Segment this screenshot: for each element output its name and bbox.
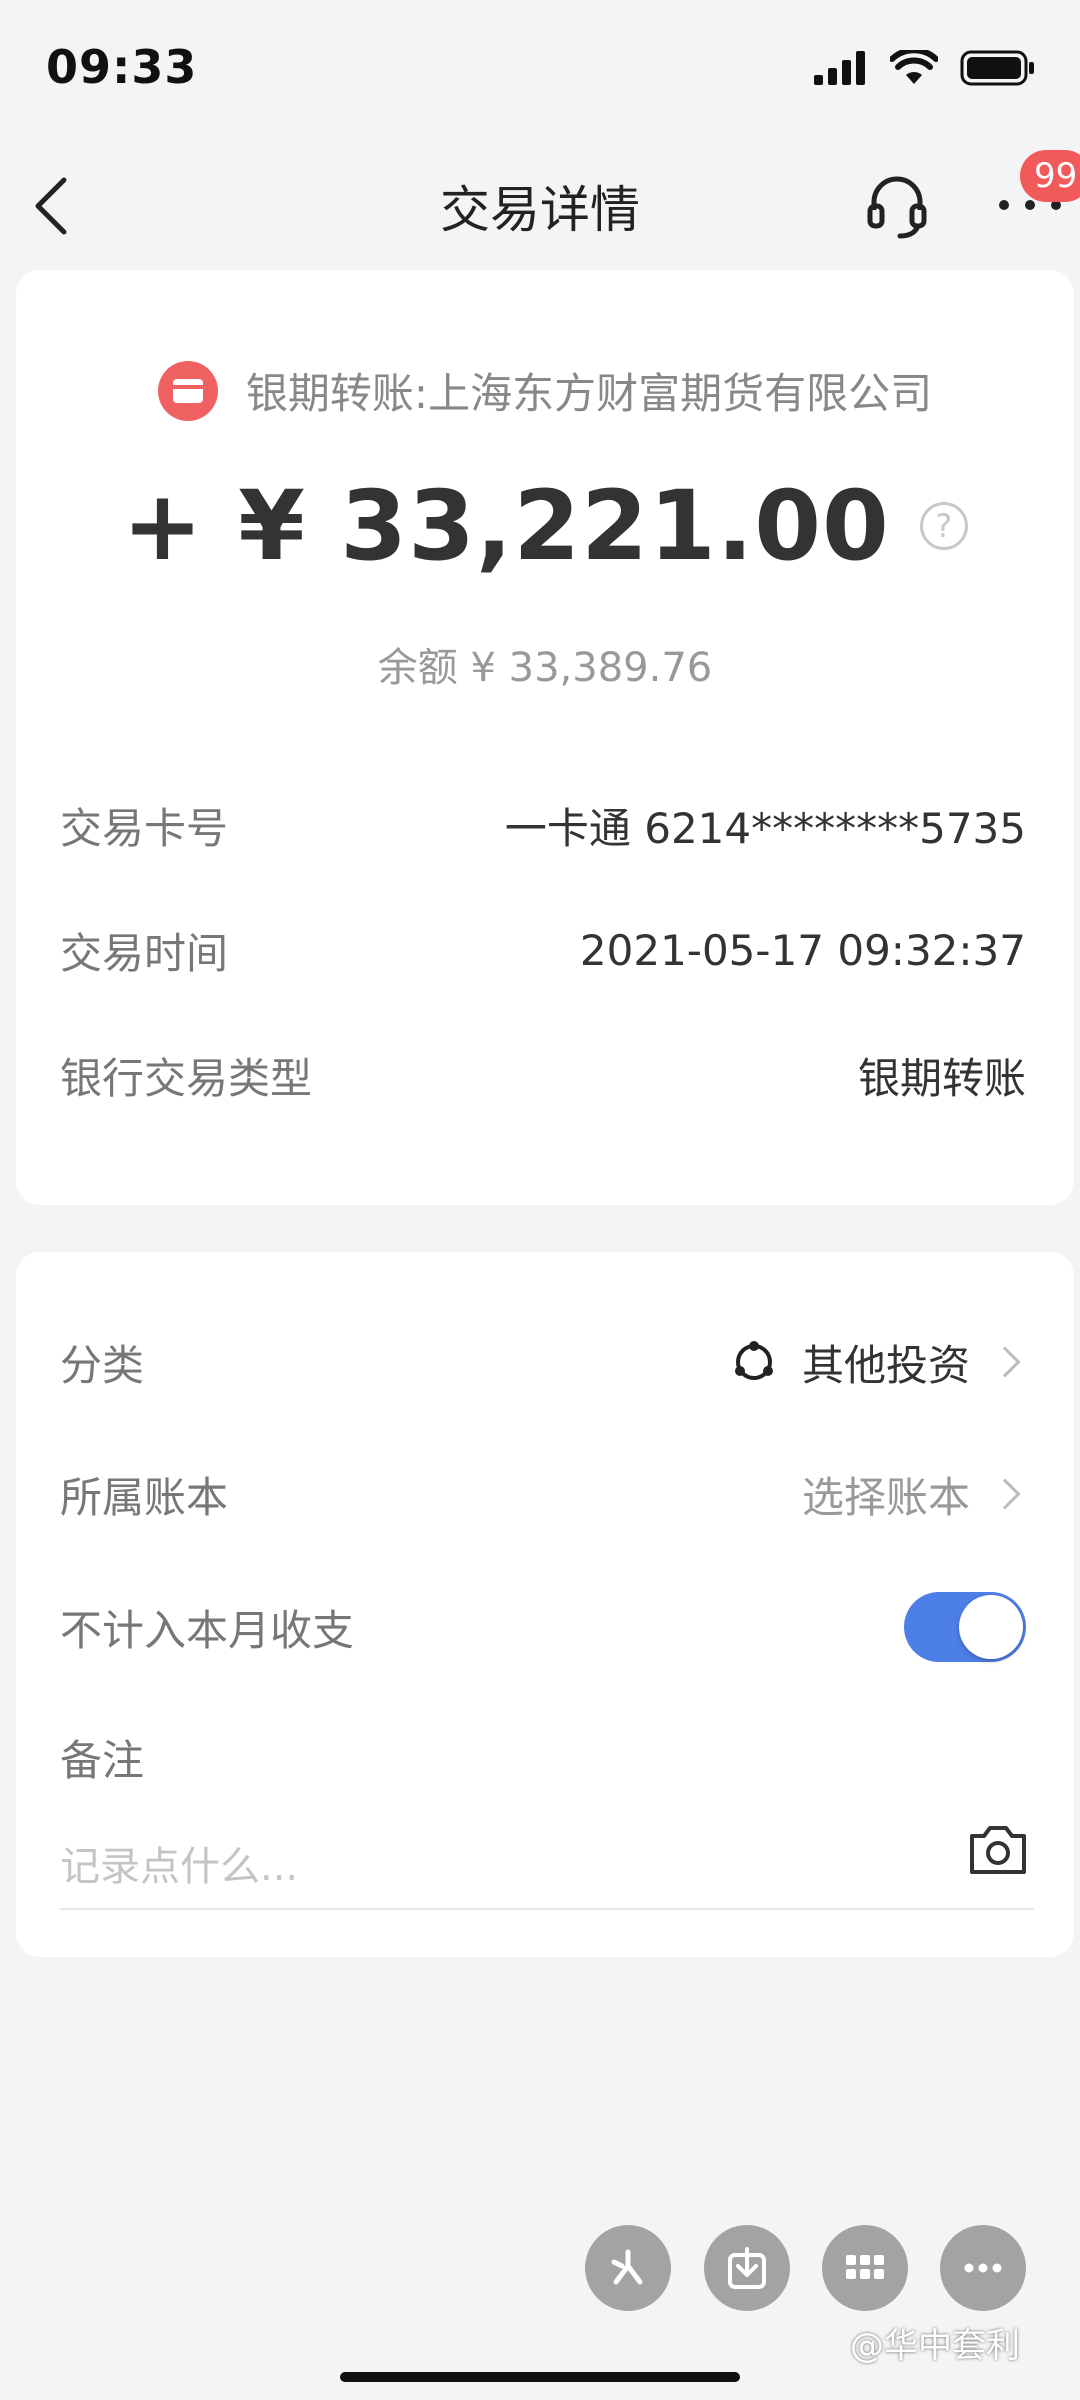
transaction-type-label: 银行交易类型 xyxy=(60,1053,313,1103)
status-icons xyxy=(814,50,1036,86)
grid-button[interactable] xyxy=(822,2225,908,2311)
transaction-type-value: 银期转账 xyxy=(857,1053,1026,1103)
cellular-signal-icon xyxy=(814,51,865,85)
download-icon xyxy=(728,2247,766,2289)
spark-icon xyxy=(611,2249,643,2285)
category-value-group: 其他投资 xyxy=(730,1332,1026,1393)
transaction-card: 银期转账:上海东方财富期货有限公司 + ¥ 33,221.00 ? 余额 ¥ 3… xyxy=(16,270,1074,1205)
account-book-label: 所属账本 xyxy=(60,1472,229,1522)
exclude-month-toggle[interactable] xyxy=(904,1592,1026,1662)
grid-icon xyxy=(846,2255,884,2279)
chevron-right-icon xyxy=(989,1478,1021,1510)
home-indicator[interactable] xyxy=(340,2372,740,2382)
account-book-value-group: 选择账本 xyxy=(802,1464,1026,1525)
headset-icon[interactable] xyxy=(862,170,932,240)
note-divider xyxy=(60,1908,1034,1910)
detail-row-type: 银行交易类型 银期转账 xyxy=(60,1040,1026,1110)
detail-row-time: 交易时间 2021-05-17 09:32:37 xyxy=(60,915,1026,985)
category-value: 其他投资 xyxy=(801,1340,970,1390)
notification-badge: 99 xyxy=(1020,150,1080,202)
investment-icon xyxy=(734,1341,773,1380)
toggle-knob xyxy=(959,1595,1023,1659)
balance-text: 余额 ¥ 33,389.76 xyxy=(377,645,713,691)
spark-button[interactable] xyxy=(585,2225,671,2311)
category-row[interactable]: 分类 其他投资 xyxy=(60,1327,1026,1397)
nav-bar: 交易详情 xyxy=(0,140,1080,270)
merchant-name: 银期转账:上海东方财富期货有限公司 xyxy=(245,369,933,418)
chevron-right-icon xyxy=(989,1346,1021,1378)
note-label: 备注 xyxy=(60,1735,145,1785)
camera-icon[interactable] xyxy=(966,1822,1030,1878)
settings-card: 分类 其他投资 所属账本 选择账本 不计入本月收支 备注 xyxy=(16,1252,1074,1957)
question-circle-icon[interactable]: ? xyxy=(919,502,968,550)
download-button[interactable] xyxy=(704,2225,790,2311)
transaction-time-value: 2021-05-17 09:32:37 xyxy=(579,925,1026,975)
more-actions-button[interactable] xyxy=(940,2225,1026,2311)
status-bar: 09:33 xyxy=(0,0,1080,140)
status-time: 09:33 xyxy=(46,40,198,94)
note-input[interactable] xyxy=(60,1822,960,1912)
ellipsis-icon xyxy=(964,2263,1002,2273)
watermark: @华中套利 xyxy=(850,2326,1020,2366)
note-row: 备注 xyxy=(60,1722,1026,1792)
merchant-row: 银期转账:上海东方财富期货有限公司 xyxy=(16,360,1074,421)
category-label: 分类 xyxy=(60,1340,145,1390)
transaction-time-label: 交易时间 xyxy=(60,928,229,978)
amount-row: + ¥ 33,221.00 ? xyxy=(16,470,1074,582)
card-number-value: 一卡通 6214********5735 xyxy=(504,803,1026,853)
transaction-amount: + ¥ 33,221.00 xyxy=(122,470,890,582)
wifi-icon xyxy=(890,50,938,84)
exclude-month-label: 不计入本月收支 xyxy=(60,1605,355,1655)
card-number-label: 交易卡号 xyxy=(60,803,229,853)
card-icon xyxy=(157,360,218,421)
account-book-value: 选择账本 xyxy=(801,1472,970,1522)
detail-row-card: 交易卡号 一卡通 6214********5735 xyxy=(60,790,1026,860)
account-book-row[interactable]: 所属账本 选择账本 xyxy=(60,1459,1026,1529)
battery-icon xyxy=(960,50,1034,86)
exclude-month-row: 不计入本月收支 xyxy=(60,1592,1026,1662)
